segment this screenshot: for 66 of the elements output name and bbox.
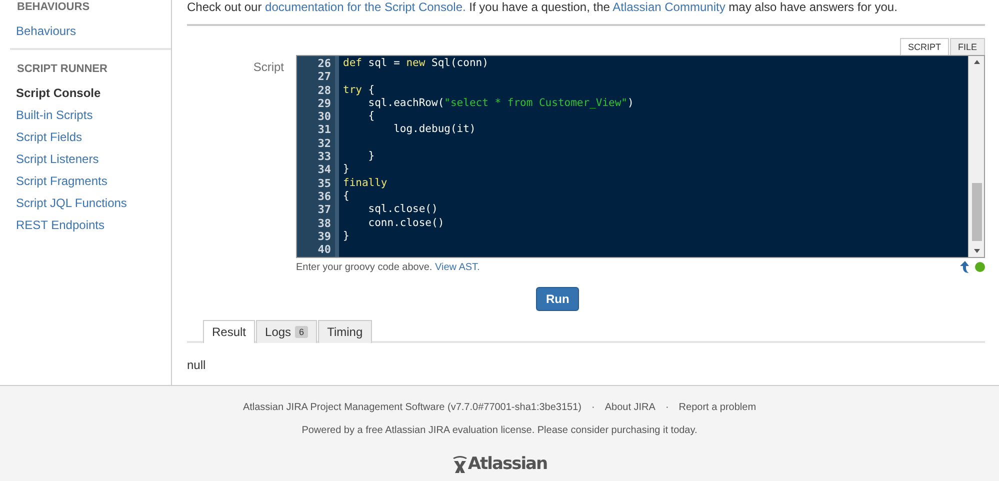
logo-text: Atlassian	[468, 454, 548, 474]
license-text: Powered by a free Atlassian JIRA evaluation license. Please consider purchasing it today.	[302, 425, 698, 436]
sidebar-item[interactable]: Script Listeners	[16, 148, 156, 170]
down-arrow-icon	[974, 249, 980, 253]
code-line: }	[343, 230, 350, 242]
field-label: Script	[253, 60, 284, 74]
sidebar-item[interactable]: Built-in Scripts	[16, 104, 156, 126]
arrow-icon	[960, 261, 971, 273]
code-line: {	[367, 110, 375, 122]
scroll-thumb[interactable]	[972, 182, 982, 240]
count-badge: 6	[295, 326, 308, 338]
code-line: def sql = new Sql(conn)	[343, 57, 488, 69]
logo-icon	[452, 455, 468, 473]
up-arrow-icon	[974, 60, 980, 64]
code-line: try {	[343, 84, 375, 96]
separator: ·	[592, 402, 595, 413]
line-number: 31	[316, 123, 332, 137]
footer-link[interactable]: Report a problem	[678, 402, 756, 413]
result-tab[interactable]: Result	[203, 320, 256, 343]
code-line: sql.close()	[367, 203, 438, 216]
run-button[interactable]: Run	[536, 287, 580, 311]
section-heading: BEHAVIOURS	[16, 0, 91, 15]
scrollbar[interactable]	[968, 56, 984, 257]
footer-link[interactable]: About JIRA	[604, 402, 656, 413]
line-number: 33	[316, 150, 332, 164]
code-line: log.debug(it)	[392, 123, 476, 136]
code-line: }	[343, 163, 350, 176]
sidebar-item[interactable]: Script Console	[16, 82, 156, 104]
line-number: 28	[316, 84, 332, 97]
sidebar-item[interactable]: Behaviours	[16, 20, 156, 42]
result-tab[interactable]: Logs 6	[256, 320, 318, 343]
code-line: }	[367, 150, 375, 162]
sidebar-item[interactable]: Script Fragments	[16, 170, 156, 192]
code-line: {	[343, 190, 350, 202]
section-heading: SCRIPT RUNNER	[16, 62, 108, 77]
line-number: 36	[316, 190, 332, 204]
line-number: 39	[316, 230, 332, 244]
view-ast-link[interactable]: View AST.	[434, 262, 480, 272]
documentation-link[interactable]: documentation for the Script Console.	[265, 0, 466, 14]
separator: ·	[665, 402, 669, 413]
line-number: 35	[316, 176, 332, 190]
code-editor[interactable]: 26 27 28 29 30 31 32 33 34 35 36 37 38 39 40 def sql = new Sql(conn) try { sql.eachRow("select * from Customer_View") { log.debug(it) } } finally { sql.close() conn.close() }	[296, 55, 985, 258]
line-number: 38	[316, 216, 332, 230]
editor-tab[interactable]: SCRIPT	[900, 38, 949, 55]
sidebar-item[interactable]: REST Endpoints	[16, 214, 156, 236]
hint-text: Enter your groovy code above. View AST.	[296, 262, 480, 272]
line-number: 34	[316, 163, 332, 177]
sidebar-item[interactable]: Script JQL Functions	[16, 192, 156, 214]
footer-link[interactable]: Atlassian JIRA Project Management Software (v7.7.0#77001-sha1:3be3151)	[242, 402, 582, 413]
result-text: null	[187, 358, 207, 372]
code-line: sql.eachRow("select * from Customer_View")	[367, 96, 634, 109]
sidebar-item[interactable]: Script Fields	[16, 126, 156, 148]
line-number: 37	[316, 203, 332, 217]
line-number: 26	[316, 57, 332, 70]
line-number: 27	[316, 70, 332, 84]
documentation-link[interactable]: Atlassian Community	[612, 0, 726, 14]
line-number: 29	[316, 96, 332, 110]
code-line: conn.close()	[367, 216, 444, 229]
status-dot	[975, 262, 985, 272]
result-tab[interactable]: Timing	[318, 320, 372, 343]
line-number: 30	[316, 110, 332, 124]
line-number: 32	[316, 136, 332, 150]
code-line: finally	[343, 176, 388, 189]
editor-tab[interactable]: FILE	[950, 38, 985, 55]
line-number: 40	[316, 243, 332, 256]
intro-text: Check out our documentation for the Script Console. If you have a question, the Atlassian Community may also have answers for you.	[187, 0, 898, 14]
